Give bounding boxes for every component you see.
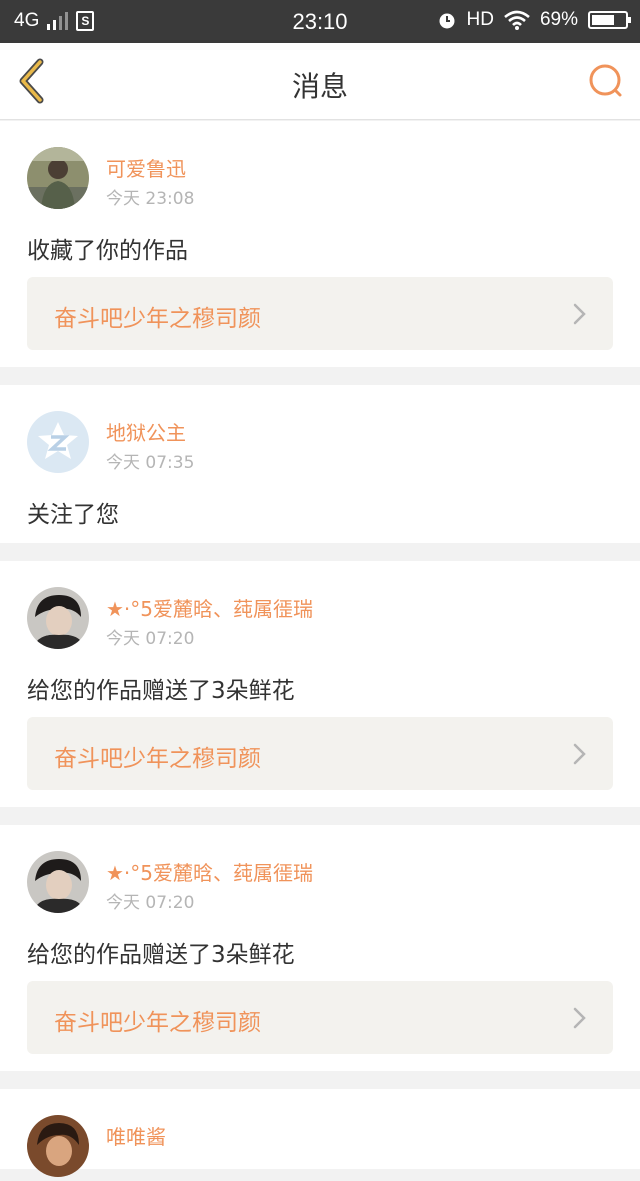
timestamp: 今天 07:35 [106, 453, 195, 473]
chevron-right-icon [573, 1007, 586, 1029]
status-right: HD 69% [437, 9, 631, 31]
chevron-right-icon [573, 303, 586, 325]
work-link[interactable]: 奋斗吧少年之穆司颜 [27, 717, 613, 790]
avatar[interactable] [27, 1115, 89, 1177]
work-link[interactable]: 奋斗吧少年之穆司颜 [27, 277, 613, 350]
chevron-right-icon [573, 743, 586, 765]
username[interactable]: ★·°5爱麓晗、莼属徰瑞 [106, 857, 313, 886]
avatar[interactable] [27, 587, 89, 649]
battery-fill [592, 15, 615, 25]
timestamp: 今天 07:20 [106, 629, 195, 649]
work-title: 奋斗吧少年之穆司颜 [54, 306, 261, 332]
timestamp: 今天 23:08 [106, 189, 195, 209]
work-link[interactable]: 奋斗吧少年之穆司颜 [27, 981, 613, 1054]
message-card: ★·°5爱麓晗、莼属徰瑞 今天 07:20 给您的作品赠送了3朵鲜花 奋斗吧少年… [0, 561, 640, 807]
message-feed: 可爱鲁迅 今天 23:08 收藏了你的作品 奋斗吧少年之穆司颜 地狱公主 今天 … [0, 121, 640, 1177]
message-text: 给您的作品赠送了3朵鲜花 [27, 678, 295, 704]
message-text: 关注了您 [27, 502, 119, 528]
battery-icon [588, 11, 631, 29]
avatar[interactable] [27, 147, 89, 209]
status-bar: 4G S 23:10 HD 69% [0, 0, 640, 43]
nav-bar: 消息 [0, 43, 640, 120]
username[interactable]: ★·°5爱麓晗、莼属徰瑞 [106, 593, 313, 622]
message-card: 可爱鲁迅 今天 23:08 收藏了你的作品 奋斗吧少年之穆司颜 [0, 121, 640, 367]
message-header: 可爱鲁迅 今天 23:08 [27, 121, 613, 213]
message-header: ★·°5爱麓晗、莼属徰瑞 今天 07:20 [27, 825, 613, 917]
battery-percent: 69% [539, 9, 578, 30]
message-card: ★·°5爱麓晗、莼属徰瑞 今天 07:20 给您的作品赠送了3朵鲜花 奋斗吧少年… [0, 825, 640, 1071]
message-header: 地狱公主 今天 07:35 [27, 385, 613, 477]
message-card: 唯唯酱 [0, 1089, 640, 1177]
message-text: 给您的作品赠送了3朵鲜花 [27, 942, 295, 968]
timestamp: 今天 07:20 [106, 893, 195, 913]
avatar[interactable] [27, 851, 89, 913]
message-card: 地狱公主 今天 07:35 关注了您 [0, 385, 640, 543]
username[interactable]: 可爱鲁迅 [106, 153, 186, 182]
work-title: 奋斗吧少年之穆司颜 [54, 746, 261, 772]
search-icon[interactable] [586, 61, 626, 101]
alarm-icon [439, 13, 455, 29]
message-text: 收藏了你的作品 [27, 238, 188, 264]
username[interactable]: 唯唯酱 [106, 1121, 166, 1150]
wifi-icon [504, 10, 530, 30]
message-header: 唯唯酱 [27, 1089, 613, 1181]
page-title: 消息 [291, 70, 348, 103]
message-header: ★·°5爱麓晗、莼属徰瑞 今天 07:20 [27, 561, 613, 653]
username[interactable]: 地狱公主 [106, 417, 186, 446]
hd-label: HD [466, 9, 494, 30]
work-title: 奋斗吧少年之穆司颜 [54, 1010, 261, 1036]
avatar[interactable] [27, 411, 89, 473]
